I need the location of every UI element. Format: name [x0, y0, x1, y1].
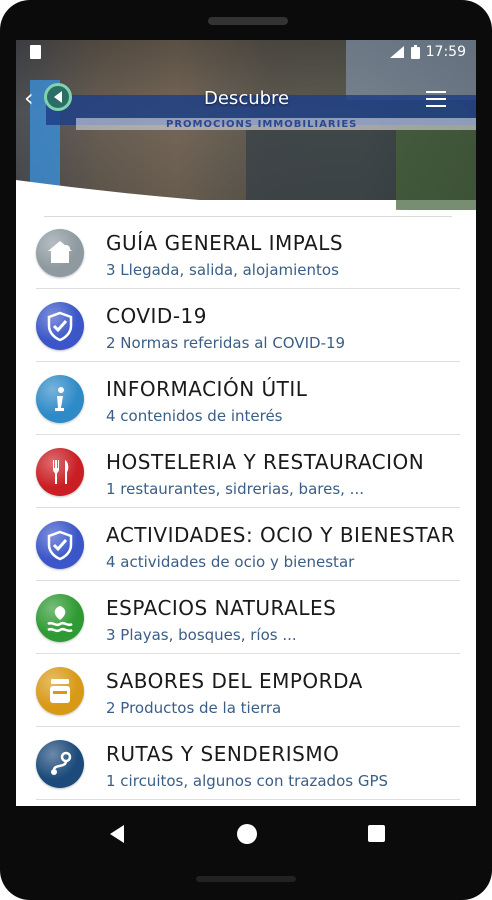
list-item-subtitle: 4 actividades de ocio y bienestar — [106, 553, 355, 571]
list-item[interactable]: GUÍA GENERAL IMPALS 3 Llegada, salida, al… — [36, 216, 460, 289]
app-logo-icon[interactable] — [44, 83, 72, 111]
leaf-wave-icon — [36, 594, 84, 642]
fork-knife-icon — [36, 448, 84, 496]
system-navigation-bar — [0, 806, 492, 866]
list-item[interactable]: ESPACIOS NATURALES 3 Playas, bosques, río… — [36, 581, 460, 654]
bottom-grille — [196, 876, 296, 882]
list-item[interactable]: ACTIVIDADES: OCIO Y BIENESTAR 4 actividad… — [36, 508, 460, 581]
list-item-subtitle: 4 contenidos de interés — [106, 407, 283, 425]
app-screen: PROMOCIONS IMMOBILIARIES 17:59 ‹ Descubr… — [16, 40, 476, 806]
app-bar: ‹ Descubre — [16, 82, 476, 118]
list-item-title: SABORES DEL EMPORDA — [106, 669, 363, 693]
nav-recent-apps-icon[interactable] — [368, 825, 385, 842]
jar-icon — [36, 667, 84, 715]
sim-card-icon — [30, 45, 41, 59]
list-item-subtitle: 2 Productos de la tierra — [106, 699, 282, 717]
list-item[interactable]: SABORES DEL EMPORDA 2 Productos de la tie… — [36, 654, 460, 727]
category-list: GUÍA GENERAL IMPALS 3 Llegada, salida, al… — [36, 216, 460, 800]
back-arrow-icon[interactable]: ‹ — [24, 84, 34, 112]
list-item[interactable]: INFORMACIÓN ÚTIL 4 contenidos de interés — [36, 362, 460, 435]
list-item-subtitle: 3 Llegada, salida, alojamientos — [106, 261, 339, 279]
shield-check-icon — [36, 521, 84, 569]
nav-back-icon[interactable] — [110, 825, 124, 843]
list-item-subtitle: 3 Playas, bosques, ríos ... — [106, 626, 297, 644]
status-time: 17:59 — [425, 44, 466, 60]
hamburger-menu-icon[interactable] — [426, 91, 446, 107]
list-item-title: GUÍA GENERAL IMPALS — [106, 231, 344, 255]
list-item-title: INFORMACIÓN ÚTIL — [106, 377, 308, 401]
header-banner-text: PROMOCIONS IMMOBILIARIES — [166, 119, 358, 130]
list-item-subtitle: 1 circuitos, algunos con trazados GPS — [106, 772, 389, 790]
route-icon — [36, 740, 84, 788]
list-item-subtitle: 2 Normas referidas al COVID-19 — [106, 334, 346, 352]
list-item-title: HOSTELERIA Y RESTAURACION — [106, 450, 425, 474]
page-title: Descubre — [204, 88, 290, 109]
battery-icon — [410, 45, 420, 59]
list-item-title: ESPACIOS NATURALES — [106, 596, 337, 620]
list-item[interactable]: HOSTELERIA Y RESTAURACION 1 restaurantes,… — [36, 435, 460, 508]
list-item-subtitle: 1 restaurantes, sidrerias, bares, ... — [106, 480, 364, 498]
list-item-title: COVID-19 — [106, 304, 208, 328]
info-icon — [36, 375, 84, 423]
status-bar: 17:59 — [16, 40, 476, 66]
signal-icon — [389, 46, 404, 58]
house-icon — [36, 229, 84, 277]
phone-frame: PROMOCIONS IMMOBILIARIES 17:59 ‹ Descubr… — [0, 0, 492, 900]
shield-check-icon — [36, 302, 84, 350]
list-item[interactable]: RUTAS Y SENDERISMO 1 circuitos, algunos c… — [36, 727, 460, 800]
list-item-title: ACTIVIDADES: OCIO Y BIENESTAR — [106, 523, 456, 547]
list-item-title: RUTAS Y SENDERISMO — [106, 742, 340, 766]
nav-home-icon[interactable] — [237, 824, 257, 844]
list-item[interactable]: COVID-19 2 Normas referidas al COVID-19 — [36, 289, 460, 362]
speaker-grille — [208, 17, 288, 25]
